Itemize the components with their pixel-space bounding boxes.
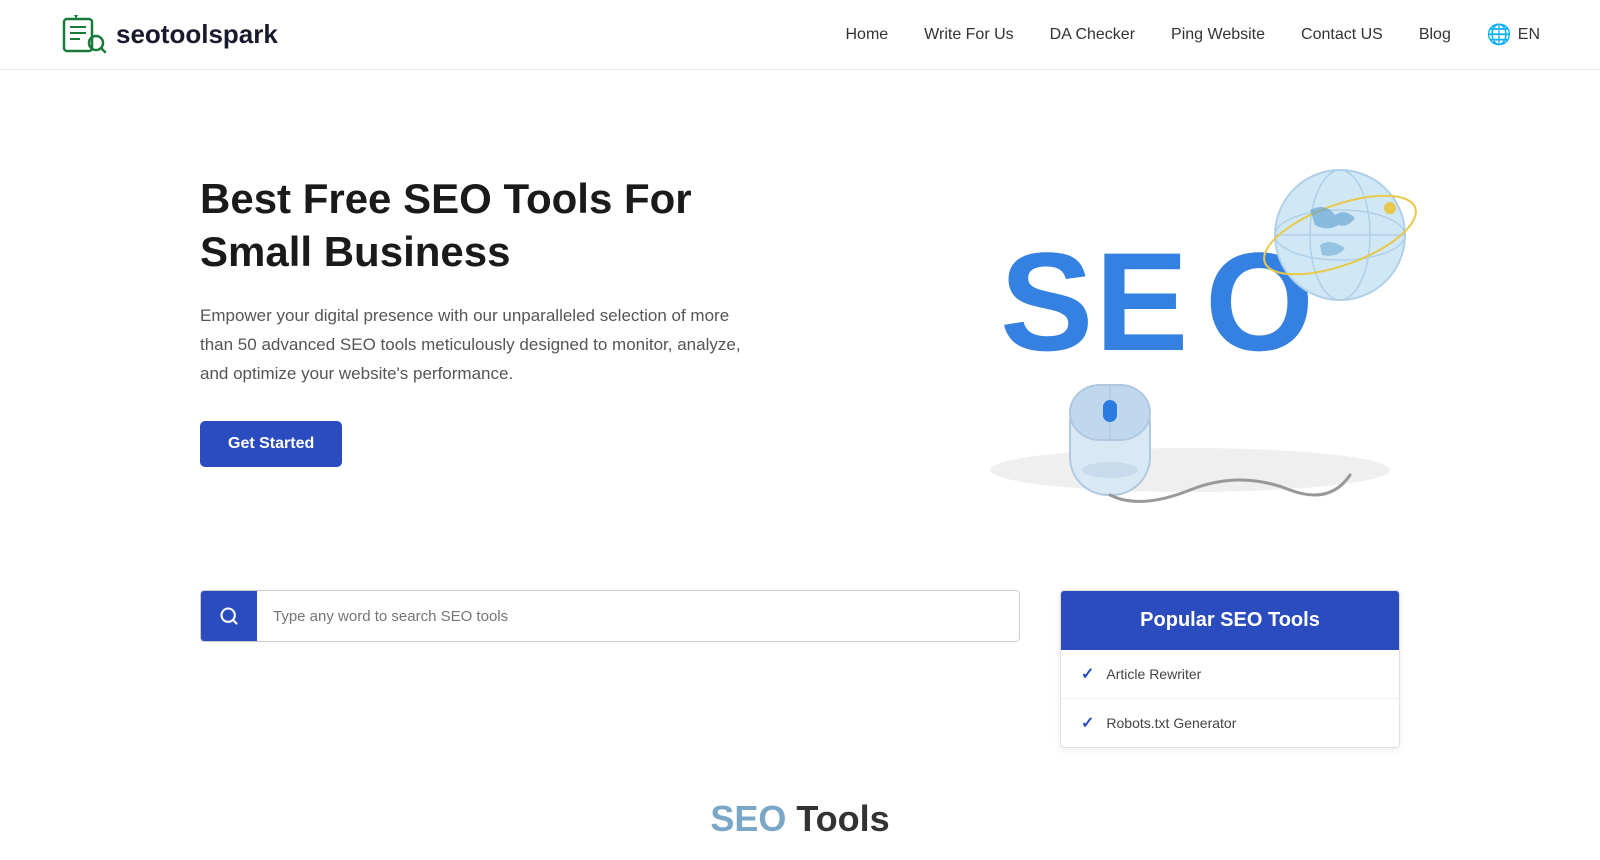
- nav-write-for-us[interactable]: Write For Us: [924, 26, 1013, 44]
- header: seotoolspark Home Write For Us DA Checke…: [0, 0, 1600, 70]
- search-icon: [219, 606, 239, 626]
- hero-image: S E O: [940, 130, 1440, 510]
- hero-content: Best Free SEO Tools For Small Business E…: [200, 173, 800, 467]
- language-selector[interactable]: 🌐 EN: [1487, 22, 1540, 47]
- check-icon: ✓: [1081, 713, 1094, 733]
- tools-word: Tools: [786, 798, 889, 839]
- popular-tools-list: ✓ Article Rewriter ✓ Robots.txt Generato…: [1061, 650, 1399, 747]
- popular-tool-label: Article Rewriter: [1106, 666, 1201, 682]
- popular-tools-panel: Popular SEO Tools ✓ Article Rewriter ✓ R…: [1060, 590, 1400, 748]
- tools-section: SEO Tools: [0, 788, 1600, 860]
- hero-title: Best Free SEO Tools For Small Business: [200, 173, 800, 278]
- language-label: EN: [1518, 26, 1540, 44]
- seo-word: SEO: [710, 798, 786, 839]
- get-started-button[interactable]: Get Started: [200, 421, 342, 467]
- popular-tool-item[interactable]: ✓ Article Rewriter: [1061, 650, 1399, 699]
- popular-tools-header: Popular SEO Tools: [1061, 591, 1399, 650]
- hero-section: Best Free SEO Tools For Small Business E…: [0, 70, 1600, 570]
- check-icon: ✓: [1081, 664, 1094, 684]
- popular-tool-label: Robots.txt Generator: [1106, 715, 1236, 731]
- svg-text:S: S: [1000, 223, 1093, 380]
- search-button[interactable]: [201, 591, 257, 641]
- logo-icon: [60, 11, 108, 59]
- svg-text:E: E: [1095, 223, 1188, 380]
- globe-icon: 🌐: [1487, 22, 1512, 47]
- nav-home[interactable]: Home: [845, 26, 888, 44]
- main-nav: Home Write For Us DA Checker Ping Websit…: [845, 22, 1540, 47]
- logo-link[interactable]: seotoolspark: [60, 11, 278, 59]
- seo-illustration: S E O: [940, 130, 1440, 510]
- nav-blog[interactable]: Blog: [1419, 26, 1451, 44]
- nav-ping-website[interactable]: Ping Website: [1171, 26, 1265, 44]
- tools-section-title: SEO Tools: [200, 788, 1400, 860]
- hero-description: Empower your digital presence with our u…: [200, 302, 750, 389]
- search-bar-wrapper: [200, 590, 1020, 642]
- logo-text: seotoolspark: [116, 19, 278, 50]
- nav-contact-us[interactable]: Contact US: [1301, 26, 1383, 44]
- search-input[interactable]: [257, 591, 1019, 641]
- search-section: Popular SEO Tools ✓ Article Rewriter ✓ R…: [0, 570, 1600, 788]
- nav-da-checker[interactable]: DA Checker: [1050, 26, 1135, 44]
